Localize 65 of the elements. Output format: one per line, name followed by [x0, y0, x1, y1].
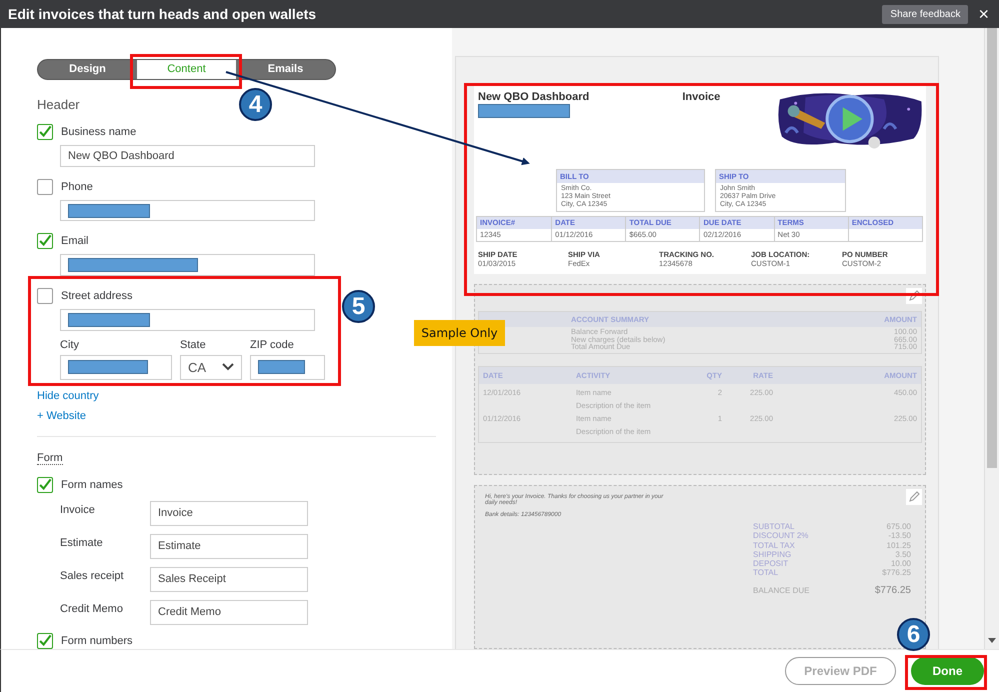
step-number: 5: [342, 290, 375, 323]
field-label: Invoice: [60, 504, 96, 516]
total-value: 101.25: [886, 540, 911, 550]
checkbox[interactable]: [37, 632, 53, 649]
field-label: Sales receipt: [60, 570, 125, 582]
checkbox-label: Email: [61, 235, 89, 248]
business-name: New QBO Dashboard: [478, 91, 590, 103]
tab[interactable]: Design: [38, 60, 137, 79]
checkbox-label: Phone: [61, 180, 93, 193]
link[interactable]: + Website: [37, 410, 86, 422]
done-button[interactable]: Done: [911, 657, 984, 685]
total-label: TOTAL TAX: [753, 540, 795, 550]
balance-value: $776.25: [874, 585, 911, 597]
total-label: TOTAL: [753, 568, 778, 578]
input-field[interactable]: [250, 354, 325, 380]
input-field[interactable]: Estimate: [150, 534, 308, 559]
document-title: Invoice: [682, 91, 722, 103]
balance-label: BALANCE DUE: [753, 586, 810, 596]
field-label: ZIP code: [250, 338, 294, 351]
total-value: $776.25: [882, 568, 911, 578]
field-label: State: [180, 338, 206, 351]
input-field[interactable]: Credit Memo: [150, 600, 308, 625]
link[interactable]: Hide country: [37, 390, 99, 402]
field-label: City: [60, 338, 79, 351]
input-field[interactable]: [60, 200, 315, 222]
total-label: SUBTOTAL: [753, 522, 794, 532]
total-label: SHIPPING: [753, 550, 792, 559]
tab[interactable]: Emails: [236, 60, 335, 79]
section-heading: Form: [37, 452, 63, 465]
sample-label: Sample Only: [414, 320, 505, 346]
checkbox-label: Form numbers: [61, 634, 133, 647]
step-number: 4: [239, 88, 272, 121]
input-field[interactable]: New QBO Dashboard: [60, 144, 315, 167]
total-value: 3.50: [895, 550, 911, 559]
field-label: Estimate: [60, 537, 104, 550]
input-field[interactable]: [60, 254, 315, 276]
share-feedback-button[interactable]: Share feedback: [882, 4, 968, 24]
chevron-icon: [222, 363, 234, 372]
input-field[interactable]: [60, 309, 315, 331]
total-label: DISCOUNT 2%: [753, 531, 808, 541]
input-field[interactable]: Sales Receipt: [150, 566, 308, 592]
state-dropdown[interactable]: CA: [180, 354, 242, 380]
field-label: Credit Memo: [60, 603, 124, 616]
checkbox[interactable]: [37, 476, 53, 493]
redaction-bar: [258, 360, 305, 374]
total-label: DEPOSIT: [753, 558, 788, 568]
total-value: -13.50: [888, 531, 911, 541]
checkbox-label: Street address: [61, 290, 133, 302]
scroll-down-icon[interactable]: [988, 638, 996, 643]
total-value: 675.00: [886, 522, 911, 532]
checkbox-label: Business name: [61, 126, 136, 138]
checkbox-label: Form names: [61, 478, 123, 491]
scrollbar[interactable]: [984, 28, 999, 649]
input-field[interactable]: [60, 354, 172, 380]
section-heading: Header: [37, 96, 80, 112]
checkbox[interactable]: [37, 233, 53, 250]
pencil-icon[interactable]: [906, 489, 922, 506]
checkbox[interactable]: [37, 288, 53, 304]
window-title: Edit invoices that turn heads and open wallets: [8, 6, 318, 22]
input-field[interactable]: Invoice: [150, 500, 308, 526]
checkbox[interactable]: [37, 124, 53, 140]
total-value: 10.00: [890, 558, 911, 568]
tab[interactable]: Content: [137, 60, 236, 79]
checkbox[interactable]: [37, 178, 53, 195]
close-button[interactable]: ×: [976, 5, 991, 23]
